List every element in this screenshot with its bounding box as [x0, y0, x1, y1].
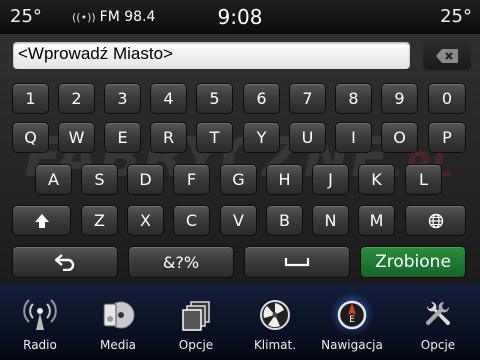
key-r[interactable]: R — [150, 122, 187, 153]
key-l[interactable]: L — [405, 164, 442, 195]
apps-icon — [178, 298, 214, 332]
key-0[interactable]: 0 — [428, 83, 466, 114]
key-g[interactable]: G — [220, 164, 257, 195]
dock-media[interactable]: Media — [82, 298, 154, 360]
dock-navigation[interactable]: E Nawigacja — [316, 292, 388, 360]
key-p[interactable]: P — [428, 122, 466, 153]
done-button[interactable]: Zrobione — [360, 246, 466, 278]
dock-climate[interactable]: Klimat. — [239, 298, 311, 360]
key-6[interactable]: 6 — [243, 83, 280, 114]
key-h[interactable]: H — [266, 164, 303, 195]
key-3[interactable]: 3 — [104, 83, 141, 114]
dock-apps[interactable]: Opcje — [160, 298, 232, 360]
passenger-temperature[interactable]: 25° — [440, 6, 472, 27]
dock-radio[interactable]: Radio — [4, 298, 76, 360]
dock-navigation-label: Nawigacja — [321, 338, 383, 352]
key-v[interactable]: V — [220, 205, 257, 236]
svg-text:E: E — [349, 315, 355, 325]
dock-climate-label: Klimat. — [253, 338, 297, 352]
radio-icon — [22, 298, 58, 332]
clock: 9:08 — [217, 5, 263, 29]
key-e[interactable]: E — [104, 122, 141, 153]
city-input[interactable]: <Wprowadź Miasto> — [13, 42, 410, 69]
key-w[interactable]: W — [58, 122, 95, 153]
key-n[interactable]: N — [312, 205, 349, 236]
key-z[interactable]: Z — [81, 205, 118, 236]
back-arrow-icon — [54, 254, 75, 271]
dock-settings-label: Opcje — [420, 338, 456, 352]
dock-apps-label: Opcje — [178, 338, 214, 352]
key-a[interactable]: A — [35, 164, 72, 195]
symbols-key[interactable]: &?% — [128, 246, 234, 278]
key-9[interactable]: 9 — [381, 83, 418, 114]
key-m[interactable]: M — [358, 205, 395, 236]
city-input-text: <Wprowadź Miasto> — [18, 44, 173, 63]
dock-settings[interactable]: Opcje — [402, 298, 474, 360]
bottom-dock: Radio Media Opcje Klimat. E Nawigacja Op… — [0, 284, 480, 360]
backspace-icon — [436, 48, 458, 63]
key-8[interactable]: 8 — [335, 83, 372, 114]
key-x[interactable]: X — [127, 205, 164, 236]
shift-arrow-icon — [34, 213, 49, 228]
key-f[interactable]: F — [173, 164, 210, 195]
backspace-button[interactable] — [423, 41, 471, 70]
key-7[interactable]: 7 — [289, 83, 326, 114]
key-s[interactable]: S — [81, 164, 118, 195]
settings-wrench-icon — [420, 298, 456, 332]
key-o[interactable]: O — [381, 122, 418, 153]
shift-key[interactable] — [12, 205, 71, 236]
key-t[interactable]: T — [196, 122, 233, 153]
space-bar-icon — [284, 258, 310, 267]
globe-icon — [428, 213, 443, 228]
key-j[interactable]: J — [312, 164, 349, 195]
dock-media-label: Media — [99, 338, 137, 352]
key-5[interactable]: 5 — [196, 83, 233, 114]
key-4[interactable]: 4 — [150, 83, 187, 114]
key-u[interactable]: U — [289, 122, 326, 153]
key-1[interactable]: 1 — [12, 83, 49, 114]
keyboard-panel: <Wprowadź Miasto> FABRYCZNE.PL 1 2 3 4 5… — [0, 34, 480, 284]
navigation-compass-icon: E — [330, 292, 374, 336]
media-icon — [100, 298, 136, 332]
space-key[interactable] — [244, 246, 350, 278]
key-c[interactable]: C — [173, 205, 210, 236]
key-k[interactable]: K — [358, 164, 395, 195]
status-bar: 25° ((•)) FM 98.4 9:08 25° — [0, 0, 480, 34]
dock-radio-label: Radio — [23, 338, 57, 352]
back-button[interactable] — [12, 246, 118, 278]
key-i[interactable]: I — [335, 122, 372, 153]
key-y[interactable]: Y — [243, 122, 280, 153]
key-2[interactable]: 2 — [58, 83, 95, 114]
language-key[interactable] — [405, 205, 466, 236]
key-b[interactable]: B — [266, 205, 303, 236]
key-d[interactable]: D — [127, 164, 164, 195]
key-q[interactable]: Q — [12, 122, 49, 153]
climate-icon — [257, 298, 293, 332]
